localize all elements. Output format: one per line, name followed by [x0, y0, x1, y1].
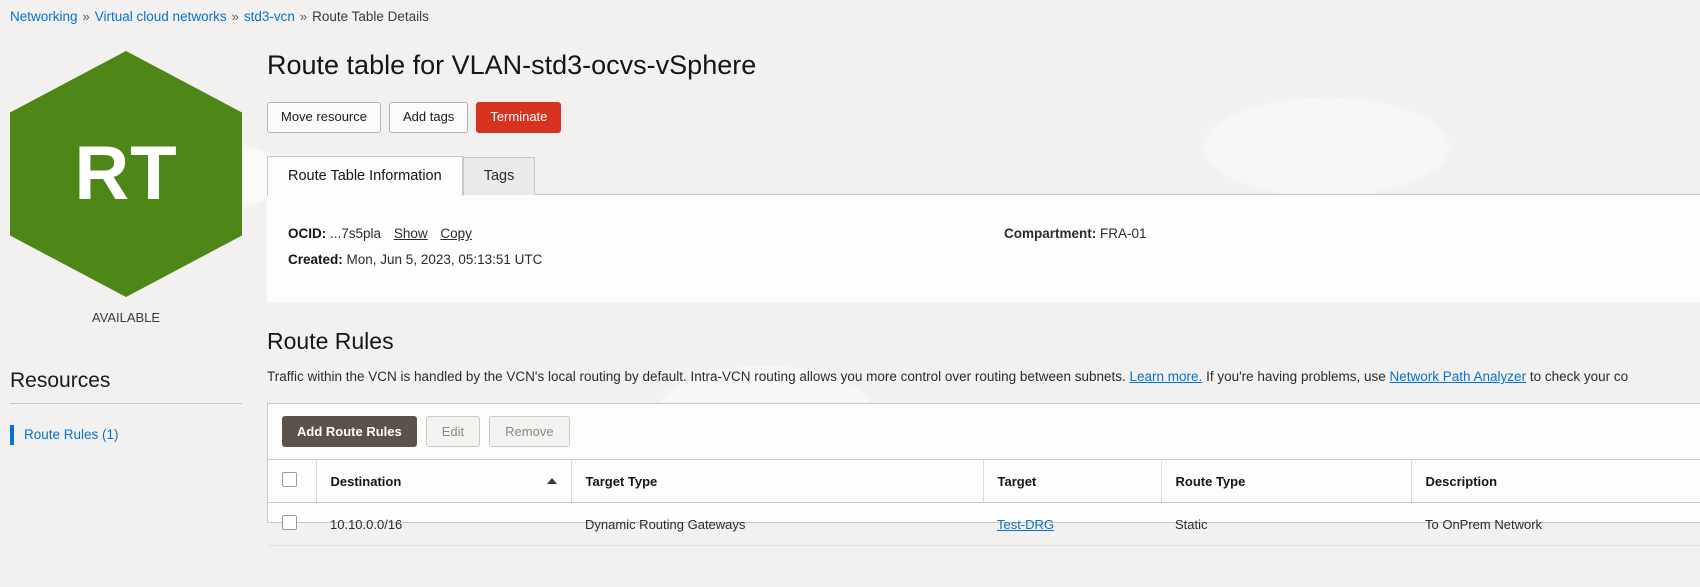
resource-badge: RT	[10, 51, 242, 297]
ocid-row: OCID: ...7s5pla Show Copy	[288, 221, 1700, 247]
column-header-description-label: Description	[1426, 474, 1498, 489]
divider	[10, 403, 242, 404]
cell-target-type: Dynamic Routing Gateways	[571, 503, 983, 546]
add-tags-button[interactable]: Add tags	[389, 102, 468, 133]
page-title: Route table for VLAN-std3-ocvs-vSphere	[267, 48, 1700, 82]
learn-more-link[interactable]: Learn more.	[1130, 369, 1203, 384]
move-resource-button[interactable]: Move resource	[267, 102, 381, 133]
tab-route-table-information[interactable]: Route Table Information	[267, 156, 463, 196]
description-text-part1: Traffic within the VCN is handled by the…	[267, 369, 1130, 384]
created-value: Mon, Jun 5, 2023, 05:13:51 UTC	[347, 252, 543, 267]
status-badge: AVAILABLE	[0, 310, 252, 325]
sidebar-item-route-rules[interactable]: Route Rules (1)	[10, 425, 160, 445]
breadcrumb-item-std3-vcn[interactable]: std3-vcn	[244, 9, 295, 24]
route-rules-table: Destination Target Type Target Route Typ…	[268, 459, 1700, 546]
column-header-description[interactable]: Description	[1411, 460, 1700, 503]
target-link[interactable]: Test-DRG	[997, 517, 1054, 532]
description-text-part2: If you're having problems, use	[1202, 369, 1389, 384]
breadcrumb-separator: »	[300, 9, 307, 24]
resource-badge-initials: RT	[74, 136, 177, 212]
select-all-header	[268, 460, 316, 503]
cell-route-type: Static	[1161, 503, 1411, 546]
edit-button[interactable]: Edit	[426, 416, 480, 447]
route-rules-table-card: Add Route Rules Edit Remove Destina	[267, 403, 1700, 523]
column-header-target-label: Target	[998, 474, 1037, 489]
ocid-label: OCID:	[288, 226, 326, 241]
network-path-analyzer-link[interactable]: Network Path Analyzer	[1390, 369, 1527, 384]
breadcrumb-separator: »	[232, 9, 239, 24]
resources-heading: Resources	[10, 369, 252, 393]
column-header-target-type-label: Target Type	[586, 474, 658, 489]
tab-tags[interactable]: Tags	[463, 157, 536, 195]
tab-bar: Route Table Information Tags	[267, 157, 1700, 195]
ocid-copy-link[interactable]: Copy	[440, 226, 472, 241]
description-text-part3: to check your co	[1526, 369, 1628, 384]
compartment-value: FRA-01	[1100, 226, 1147, 241]
compartment-row: Compartment: FRA-01	[1004, 221, 1147, 247]
created-label: Created:	[288, 252, 343, 267]
cell-target: Test-DRG	[983, 503, 1161, 546]
route-rules-toolbar: Add Route Rules Edit Remove	[268, 404, 1700, 459]
breadcrumb-item-networking[interactable]: Networking	[10, 9, 78, 24]
compartment-label: Compartment:	[1004, 226, 1096, 241]
header-action-buttons: Move resource Add tags Terminate	[267, 102, 1700, 133]
column-header-route-type[interactable]: Route Type	[1161, 460, 1411, 503]
cell-destination: 10.10.0.0/16	[316, 503, 571, 546]
table-header-row: Destination Target Type Target Route Typ…	[268, 460, 1700, 503]
breadcrumb-separator: »	[83, 9, 90, 24]
route-rules-heading: Route Rules	[267, 326, 1700, 356]
select-all-checkbox[interactable]	[282, 472, 297, 487]
table-row[interactable]: 10.10.0.0/16 Dynamic Routing Gateways Te…	[268, 503, 1700, 546]
sort-ascending-icon	[547, 478, 557, 484]
ocid-value: ...7s5pla	[330, 226, 381, 241]
main-content: Route table for VLAN-std3-ocvs-vSphere M…	[267, 38, 1700, 523]
ocid-show-link[interactable]: Show	[394, 226, 428, 241]
column-header-destination-label: Destination	[331, 474, 402, 489]
row-select-cell	[268, 503, 316, 546]
breadcrumb-item-current: Route Table Details	[312, 9, 429, 24]
column-header-target-type[interactable]: Target Type	[571, 460, 983, 503]
terminate-button[interactable]: Terminate	[476, 102, 561, 133]
breadcrumb-item-virtual-cloud-networks[interactable]: Virtual cloud networks	[95, 9, 227, 24]
breadcrumb: Networking » Virtual cloud networks » std3-v…	[10, 9, 429, 24]
column-header-route-type-label: Route Type	[1176, 474, 1246, 489]
left-column: RT AVAILABLE Resources Route Rules (1)	[0, 38, 252, 445]
route-table-information-panel: OCID: ...7s5pla Show Copy Created: Mon, …	[267, 194, 1700, 302]
row-checkbox[interactable]	[282, 515, 297, 530]
column-header-target[interactable]: Target	[983, 460, 1161, 503]
hexagon-icon: RT	[10, 51, 242, 297]
cell-description: To OnPrem Network	[1411, 503, 1700, 546]
add-route-rules-button[interactable]: Add Route Rules	[282, 416, 417, 447]
route-rules-description: Traffic within the VCN is handled by the…	[267, 368, 1700, 386]
column-header-destination[interactable]: Destination	[316, 460, 571, 503]
created-row: Created: Mon, Jun 5, 2023, 05:13:51 UTC	[288, 247, 1700, 273]
remove-button[interactable]: Remove	[489, 416, 569, 447]
